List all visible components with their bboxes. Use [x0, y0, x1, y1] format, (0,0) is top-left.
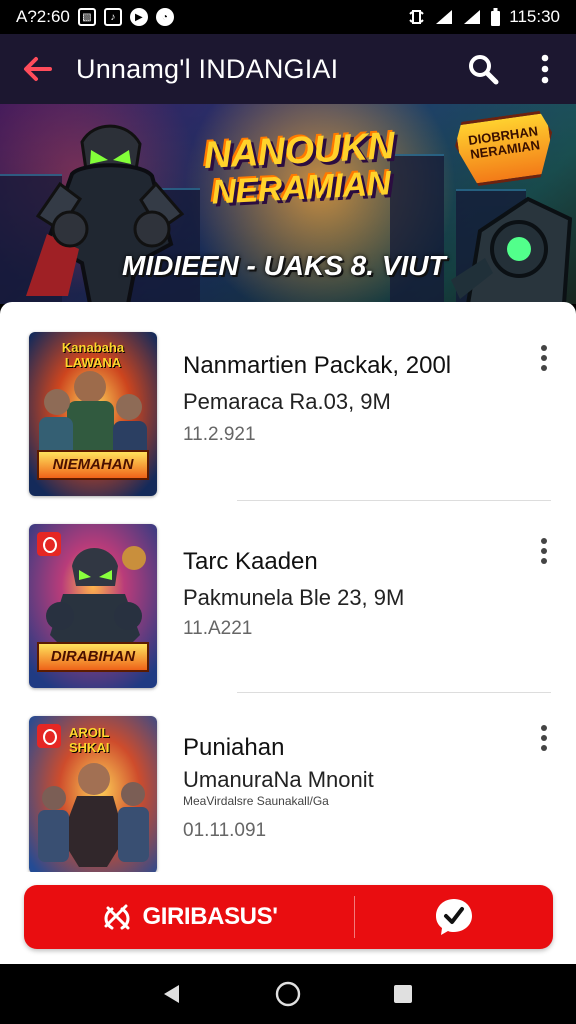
recent-apps-button[interactable] [385, 976, 421, 1012]
thumbnail-label: DIRABIHAN [37, 642, 149, 672]
signal-icon [436, 10, 453, 24]
item-subtitle: UmanuraNa Mnonit [183, 767, 374, 792]
status-right: 115:30 [407, 7, 560, 27]
app-bar: Unnamg'l INDANGIAI [0, 34, 576, 104]
thumbnail-heading: AROIL SHKAI [69, 725, 110, 755]
publisher-logo-icon [37, 532, 61, 556]
search-icon [469, 55, 499, 85]
item-title: Puniahan [183, 734, 285, 761]
left-status-time: A?2:60 [16, 7, 70, 26]
battery-icon [491, 7, 501, 26]
right-status-time: 115:30 [509, 7, 560, 26]
back-nav-button[interactable] [155, 976, 191, 1012]
main-action-label: GIRIBASUS' [142, 903, 278, 930]
system-navigation-bar [0, 964, 576, 1024]
game-thumbnail[interactable]: AROIL SHKAI [29, 716, 157, 872]
game-thumbnail[interactable]: Kanabaha LAWANA NIEMAHAN [29, 332, 157, 496]
back-nav-icon [163, 985, 179, 1003]
game-thumbnail[interactable]: DIRABIHAN [29, 524, 157, 688]
list-divider [237, 500, 551, 501]
signal-icon [464, 10, 481, 24]
status-left: A?2:60 ▧ ♪ ▶ ◔ [16, 7, 174, 27]
vibrate-icon [409, 10, 424, 24]
featured-banner[interactable]: NANOUKN NERAMIAN DIOBRHAN NERAMIAN MIDIE… [0, 104, 576, 304]
more-vertical-icon [541, 538, 547, 564]
item-date: 11.2.921 [183, 424, 256, 445]
publisher-logo-icon [37, 724, 61, 748]
back-arrow-icon [24, 57, 52, 81]
thumbnail-label: NIEMAHAN [37, 450, 149, 480]
item-date: 01.11.091 [183, 820, 267, 841]
more-vertical-icon [541, 345, 547, 371]
home-nav-button[interactable] [270, 976, 306, 1012]
game-list: Kanabaha LAWANA NIEMAHAN Nanmartien Pack… [0, 302, 576, 872]
item-title: Tarc Kaaden [183, 548, 318, 575]
game-controller-icon [104, 904, 130, 930]
game-thumbnail-art: DIRABIHAN [29, 524, 157, 688]
list-item[interactable]: DIRABIHAN Tarc Kaaden Pakmunela Ble 23, … [0, 518, 576, 710]
status-bar: A?2:60 ▧ ♪ ▶ ◔ 115:30 [0, 0, 576, 34]
item-date: 11.A221 [183, 618, 253, 639]
list-item[interactable]: Kanabaha LAWANA NIEMAHAN Nanmartien Pack… [0, 326, 576, 518]
item-more-button[interactable] [526, 340, 562, 376]
more-vertical-icon [541, 54, 549, 84]
list-divider [237, 692, 551, 693]
item-subtitle: Pemaraca Ra.03, 9M [183, 389, 391, 414]
back-button[interactable] [0, 34, 76, 104]
bottom-action-bar: GIRIBASUS' [24, 885, 553, 949]
check-chat-icon [436, 899, 472, 935]
music-notification-icon: ♪ [103, 8, 122, 26]
more-options-button[interactable] [514, 34, 576, 104]
main-action-button[interactable]: GIRIBASUS' [24, 885, 354, 949]
banner-subtitle: MIDIEEN - UAKS 8. VIUT [122, 250, 446, 281]
item-description: MeaVirdalsre Saunakall/Ga [183, 794, 329, 808]
item-more-button[interactable] [526, 720, 562, 756]
game-thumbnail-art: Kanabaha LAWANA NIEMAHAN [29, 332, 157, 496]
secondary-action-button[interactable] [355, 885, 553, 949]
game-thumbnail-art: AROIL SHKAI [29, 716, 157, 872]
home-nav-icon [275, 981, 301, 1007]
more-vertical-icon [541, 725, 547, 751]
item-title: Nanmartien Packak, 200l [183, 352, 452, 379]
item-more-button[interactable] [526, 533, 562, 569]
bottom-action-area: GIRIBASUS' [0, 872, 576, 964]
chat-notification-icon: ◔ [155, 8, 174, 26]
recent-apps-icon [394, 985, 413, 1003]
list-item[interactable]: AROIL SHKAI Puniahan UmanuraNa Mnonit Me… [0, 710, 576, 872]
item-subtitle: Pakmunela Ble 23, 9M [183, 585, 405, 610]
play-notification-icon: ▶ [129, 8, 148, 26]
thumbnail-heading: Kanabaha LAWANA [61, 340, 125, 370]
search-button[interactable] [452, 34, 514, 104]
page-title: Unnamg'l INDANGIAI [76, 53, 339, 84]
image-notification-icon: ▧ [77, 8, 96, 26]
banner-title: NANOUKN NERAMIAN [178, 125, 422, 212]
